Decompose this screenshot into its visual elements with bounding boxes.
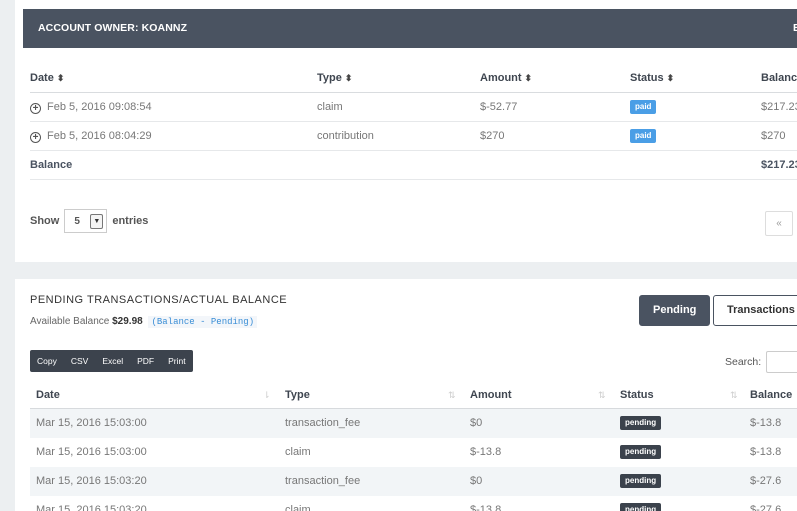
status-badge: pending bbox=[620, 416, 662, 431]
row-type: claim bbox=[285, 504, 311, 511]
row-balance: $217.23 bbox=[761, 101, 797, 113]
sort-icon: ⬍ bbox=[344, 73, 353, 83]
col-date-header[interactable]: Date bbox=[36, 381, 60, 409]
chevron-down-icon: ▼ bbox=[90, 213, 104, 229]
history-table: Date ⬍ Type ⬍ Amount ⬍ Status ⬍ Balanc + Feb … bbox=[30, 63, 797, 180]
tab-transactions[interactable]: Transactions bbox=[713, 295, 797, 326]
col-type-header[interactable]: Type ⬍ bbox=[317, 63, 352, 93]
table-row: + Feb 5, 2016 08:04:29 contribution $270 … bbox=[30, 122, 797, 151]
balance-value: $217.23 bbox=[761, 159, 797, 171]
search-label: Search: bbox=[725, 356, 762, 368]
pending-header-row: Date ⇂ Type ⇅ Amount ⇅ Status ⇅ Balance bbox=[30, 381, 797, 409]
account-owner-label: ACCOUNT OWNER: KOANNZ bbox=[38, 22, 188, 34]
available-balance: Available Balance $29.98 (Balance - Pend… bbox=[30, 316, 258, 328]
status-badge: pending bbox=[620, 445, 662, 460]
copy-button[interactable]: Copy bbox=[30, 350, 64, 372]
pending-panel: PENDING TRANSACTIONS/ACTUAL BALANCE Avai… bbox=[15, 279, 797, 511]
row-date: Feb 5, 2016 09:08:54 bbox=[47, 101, 152, 113]
col-status-header[interactable]: Status ⬍ bbox=[630, 63, 674, 93]
sort-icon: ⬍ bbox=[524, 73, 533, 83]
table-row: Mar 15, 2016 15:03:20 transaction_fee $0… bbox=[30, 467, 797, 496]
row-type: transaction_fee bbox=[285, 475, 361, 487]
account-owner-bar: ACCOUNT OWNER: KOANNZ E bbox=[23, 9, 797, 48]
csv-button[interactable]: CSV bbox=[64, 350, 95, 372]
status-badge: pending bbox=[620, 474, 662, 489]
row-amount: $0 bbox=[470, 417, 483, 429]
col-status-header[interactable]: Status bbox=[620, 381, 654, 409]
account-panel: ACCOUNT OWNER: KOANNZ E Date ⬍ Type ⬍ Amou… bbox=[15, 0, 797, 262]
status-badge: paid bbox=[630, 129, 657, 144]
col-date-header[interactable]: Date ⬍ bbox=[30, 63, 64, 93]
row-date: Mar 15, 2016 15:03:00 bbox=[36, 446, 147, 458]
table-row: Mar 15, 2016 15:03:00 claim $-13.8 pendi… bbox=[30, 438, 797, 467]
row-type: contribution bbox=[317, 130, 374, 142]
search-control: Search: bbox=[725, 351, 797, 373]
history-header-row: Date ⬍ Type ⬍ Amount ⬍ Status ⬍ Balanc bbox=[30, 63, 797, 93]
table-row: Mar 15, 2016 15:03:00 transaction_fee $0… bbox=[30, 409, 797, 438]
row-amount: $270 bbox=[480, 130, 505, 142]
sort-icon: ⇅ bbox=[730, 390, 738, 400]
sort-icon: ⇅ bbox=[448, 390, 456, 400]
show-label: Show bbox=[30, 215, 60, 227]
print-button[interactable]: Print bbox=[161, 350, 192, 372]
sort-asc-icon: ⇂ bbox=[263, 390, 271, 400]
row-amount: $-52.77 bbox=[480, 101, 518, 113]
col-balance-header[interactable]: Balance bbox=[750, 381, 792, 409]
row-date: Mar 15, 2016 15:03:20 bbox=[36, 504, 147, 511]
page-length-control: Show 5 ▼ entries bbox=[30, 209, 148, 233]
pending-title: PENDING TRANSACTIONS/ACTUAL BALANCE bbox=[30, 294, 288, 306]
row-date: Feb 5, 2016 08:04:29 bbox=[47, 130, 152, 142]
tab-pending[interactable]: Pending bbox=[639, 295, 711, 326]
row-type: claim bbox=[317, 101, 343, 113]
balance-formula: (Balance - Pending) bbox=[148, 316, 258, 328]
pagination-prev-button[interactable]: « bbox=[765, 211, 793, 236]
expand-plus-icon[interactable]: + bbox=[30, 103, 41, 114]
row-amount: $-13.8 bbox=[470, 446, 502, 458]
row-date: Mar 15, 2016 15:03:20 bbox=[36, 475, 147, 487]
col-type-header[interactable]: Type bbox=[285, 381, 310, 409]
entries-label: entries bbox=[112, 215, 149, 227]
excel-button[interactable]: Excel bbox=[95, 350, 130, 372]
col-balance-header[interactable]: Balanc bbox=[761, 63, 797, 93]
row-balance: $-13.8 bbox=[750, 417, 782, 429]
row-type: transaction_fee bbox=[285, 417, 361, 429]
balance-row: Balance $217.23 bbox=[30, 151, 797, 180]
balance-label: Balance bbox=[30, 159, 73, 171]
row-balance: $270 bbox=[761, 130, 786, 142]
sort-icon: ⬍ bbox=[666, 73, 675, 83]
status-badge: pending bbox=[620, 503, 662, 511]
row-amount: $0 bbox=[470, 475, 483, 487]
search-input[interactable] bbox=[766, 351, 797, 373]
row-date: Mar 15, 2016 15:03:00 bbox=[36, 417, 147, 429]
page-length-select[interactable]: 5 ▼ bbox=[64, 209, 108, 233]
sort-icon: ⬍ bbox=[56, 73, 65, 83]
sort-icon: ⇅ bbox=[598, 390, 606, 400]
account-owner-extra: E bbox=[793, 22, 797, 34]
available-balance-value: $29.98 bbox=[112, 316, 143, 327]
status-badge: paid bbox=[630, 100, 657, 115]
row-amount: $-13.8 bbox=[470, 504, 502, 511]
col-amount-header[interactable]: Amount bbox=[470, 381, 512, 409]
table-row: Mar 15, 2016 15:03:20 claim $-13.8 pendi… bbox=[30, 496, 797, 511]
table-row: + Feb 5, 2016 09:08:54 claim $-52.77 paid… bbox=[30, 93, 797, 122]
pending-table: Date ⇂ Type ⇅ Amount ⇅ Status ⇅ Balance … bbox=[30, 381, 797, 511]
export-button-group: Copy CSV Excel PDF Print bbox=[30, 350, 193, 372]
row-type: claim bbox=[285, 446, 311, 458]
row-balance: $-27.6 bbox=[750, 475, 782, 487]
expand-plus-icon[interactable]: + bbox=[30, 132, 41, 143]
pdf-button[interactable]: PDF bbox=[130, 350, 161, 372]
row-balance: $-13.8 bbox=[750, 446, 782, 458]
row-balance: $-27.6 bbox=[750, 504, 782, 511]
col-amount-header[interactable]: Amount ⬍ bbox=[480, 63, 532, 93]
